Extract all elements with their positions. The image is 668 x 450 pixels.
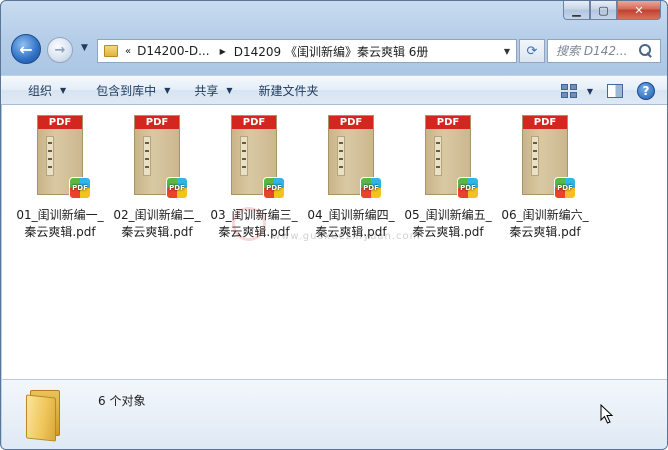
file-item[interactable]: PDF PDF 02_闺训新编二_秦云爽辑.pdf [109, 113, 205, 241]
file-list: PDF PDF 01_闺训新编一_秦云爽辑.pdf PDF PDF 02_闺训新编二_秦云… [2, 105, 667, 379]
search-input[interactable] [548, 41, 636, 61]
file-name: 01_闺训新编一_秦云爽辑.pdf [16, 208, 104, 239]
minimize-button[interactable]: ▁ [563, 1, 590, 20]
pdf-app-icon: PDF [360, 177, 382, 199]
address-history-dropdown[interactable]: ▼ [498, 47, 516, 56]
back-arrow-icon: ← [19, 39, 33, 59]
search-icon[interactable] [638, 43, 654, 59]
pdf-app-icon: PDF [69, 177, 91, 199]
chevron-down-icon: ▼ [164, 85, 171, 95]
preview-pane-icon[interactable] [607, 84, 623, 98]
details-pane: 6 个对象 [2, 379, 667, 449]
breadcrumb-separator-icon[interactable]: ▶ [220, 47, 226, 56]
maximize-button[interactable]: ▢ [590, 1, 617, 20]
explorer-window: ▁ ▢ ✕ ← → ▼ « D14200-D... ▶ D14209 《闺训新编… [0, 0, 668, 450]
file-item[interactable]: PDF PDF 06_闺训新编六_秦云爽辑.pdf [497, 113, 593, 241]
view-options-button[interactable]: ▼ [560, 84, 593, 98]
share-menu[interactable]: 共享 ▼ [183, 78, 243, 102]
file-item[interactable]: PDF PDF 04_闺训新编四_秦云爽辑.pdf [303, 113, 399, 241]
file-name: 06_闺训新编六_秦云爽辑.pdf [501, 208, 589, 239]
breadcrumb-current[interactable]: D14209 《闺训新编》秦云爽辑 6册 [234, 43, 429, 60]
navigation-bar: ← → ▼ « D14200-D... ▶ D14209 《闺训新编》秦云爽辑 … [1, 29, 667, 69]
refresh-icon: ⟳ [526, 43, 538, 59]
file-item[interactable]: PDF PDF 05_闺训新编五_秦云爽辑.pdf [400, 113, 496, 241]
file-name: 03_闺训新编三_秦云爽辑.pdf [210, 208, 298, 239]
folder-icon [101, 42, 121, 60]
file-name: 05_闺训新编五_秦云爽辑.pdf [404, 208, 492, 239]
organize-menu[interactable]: 组织 ▼ [17, 78, 77, 102]
close-button[interactable]: ✕ [617, 1, 661, 20]
toolbar-right-group: ▼ ? [560, 80, 655, 102]
address-bar[interactable]: « D14200-D... ▶ D14209 《闺训新编》秦云爽辑 6册 ▼ [97, 39, 517, 63]
recent-pages-dropdown[interactable]: ▼ [81, 43, 88, 53]
breadcrumb-parent[interactable]: D14200-D... [137, 44, 209, 58]
new-folder-button[interactable]: 新建文件夹 [248, 78, 330, 102]
search-box[interactable] [547, 39, 661, 63]
share-label: 共享 [194, 83, 219, 98]
include-in-library-menu[interactable]: 包含到库中 ▼ [85, 78, 181, 102]
include-in-library-label: 包含到库中 [96, 83, 157, 98]
file-item[interactable]: PDF PDF 01_闺训新编一_秦云爽辑.pdf [12, 113, 108, 241]
caption-buttons: ▁ ▢ ✕ [563, 1, 661, 21]
new-folder-label: 新建文件夹 [258, 83, 319, 98]
pdf-badge: PDF [135, 116, 179, 129]
file-name: 02_闺训新编二_秦云爽辑.pdf [113, 208, 201, 239]
pdf-app-icon: PDF [457, 177, 479, 199]
pdf-file-icon: PDF PDF [326, 113, 382, 201]
file-name: 04_闺训新编四_秦云爽辑.pdf [307, 208, 395, 239]
mouse-pointer-icon [600, 404, 614, 424]
breadcrumb-overflow-button[interactable]: « [125, 46, 131, 57]
help-icon[interactable]: ? [637, 82, 655, 100]
pdf-badge: PDF [329, 116, 373, 129]
forward-button[interactable]: → [47, 37, 73, 63]
minimize-icon: ▁ [572, 3, 581, 17]
pdf-file-icon: PDF PDF [229, 113, 285, 201]
pdf-badge: PDF [426, 116, 470, 129]
chevron-down-icon: ▼ [60, 85, 67, 95]
organize-label: 组织 [28, 83, 53, 98]
pdf-app-icon: PDF [166, 177, 188, 199]
pdf-badge: PDF [232, 116, 276, 129]
pdf-file-icon: PDF PDF [423, 113, 479, 201]
command-bar: 组织 ▼ 包含到库中 ▼ 共享 ▼ 新建文件夹 ▼ ? [1, 75, 667, 105]
refresh-button[interactable]: ⟳ [519, 39, 545, 63]
back-button[interactable]: ← [11, 34, 41, 64]
item-count: 6 个对象 [98, 394, 146, 408]
pdf-app-icon: PDF [554, 177, 576, 199]
close-icon: ✕ [634, 3, 644, 17]
pdf-file-icon: PDF PDF [35, 113, 91, 201]
maximize-icon: ▢ [598, 3, 609, 17]
pdf-file-icon: PDF PDF [132, 113, 188, 201]
chevron-down-icon: ▼ [226, 85, 233, 95]
folder-icon [26, 390, 66, 442]
forward-arrow-icon: → [54, 42, 66, 58]
pdf-file-icon: PDF PDF [520, 113, 576, 201]
pdf-badge: PDF [38, 116, 82, 129]
file-item[interactable]: PDF PDF 03_闺训新编三_秦云爽辑.pdf [206, 113, 302, 241]
pdf-app-icon: PDF [263, 177, 285, 199]
chevron-down-icon: ▼ [586, 86, 593, 96]
view-options-icon [560, 84, 577, 98]
chevron-down-icon: ▼ [81, 43, 88, 53]
pdf-badge: PDF [523, 116, 567, 129]
